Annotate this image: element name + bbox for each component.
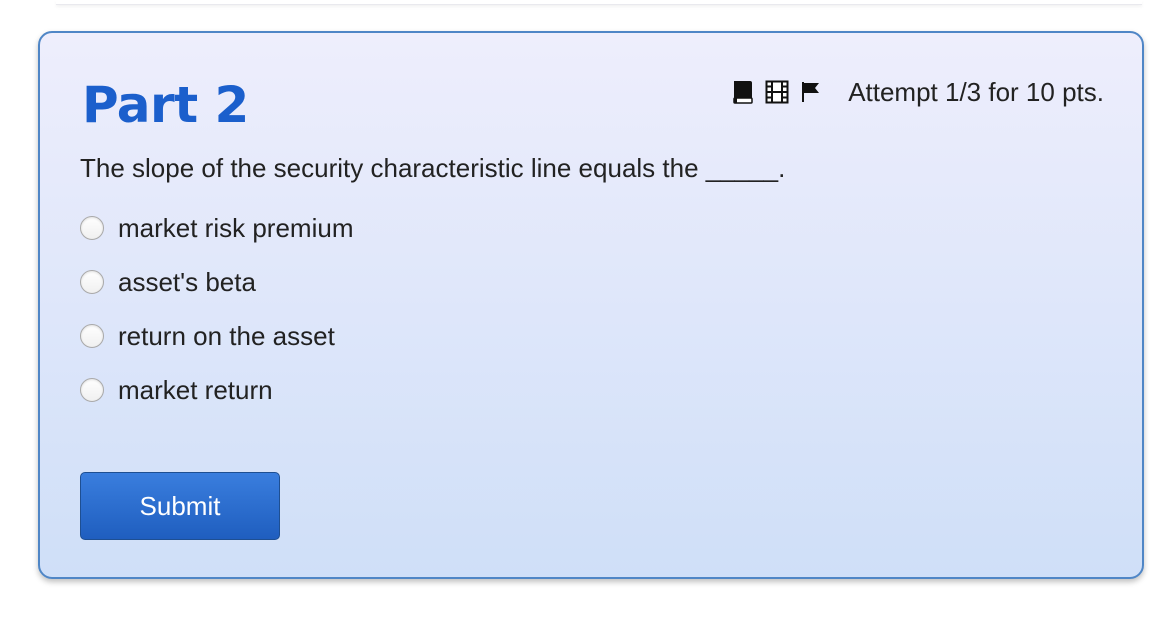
radio-button[interactable] — [80, 324, 104, 348]
radio-button[interactable] — [80, 270, 104, 294]
submit-button[interactable]: Submit — [80, 472, 280, 540]
option-market-risk-premium[interactable]: market risk premium — [80, 201, 353, 255]
attempt-info: Attempt 1/3 for 10 pts. — [848, 76, 1104, 107]
radio-button[interactable] — [80, 378, 104, 402]
previous-card-edge — [56, 0, 1142, 5]
option-label: asset's beta — [118, 266, 256, 297]
option-return-on-asset[interactable]: return on the asset — [80, 309, 353, 363]
question-card: Part 2 Attempt 1/3 for 10 pts. The slope… — [38, 31, 1144, 579]
question-toolbar: Attempt 1/3 for 10 pts. — [730, 77, 1104, 107]
option-assets-beta[interactable]: asset's beta — [80, 255, 353, 309]
option-label: market risk premium — [118, 212, 354, 243]
film-icon[interactable] — [764, 79, 790, 105]
radio-button[interactable] — [80, 216, 104, 240]
option-label: market return — [118, 374, 273, 405]
part-title: Part 2 — [82, 76, 249, 134]
book-icon[interactable] — [730, 79, 756, 105]
flag-icon[interactable] — [798, 79, 824, 105]
option-label: return on the asset — [118, 320, 335, 351]
option-market-return[interactable]: market return — [80, 363, 353, 417]
question-text: The slope of the security characteristic… — [80, 153, 786, 183]
answer-options: market risk premium asset's beta return … — [80, 201, 353, 417]
